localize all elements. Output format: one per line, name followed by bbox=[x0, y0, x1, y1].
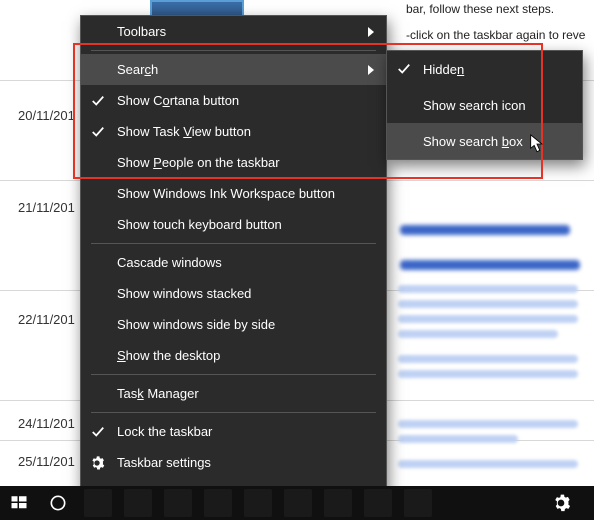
check-icon bbox=[91, 425, 105, 439]
start-button[interactable] bbox=[6, 490, 32, 516]
menu-label: Show touch keyboard button bbox=[117, 217, 282, 232]
submenu-item-show-search-icon[interactable]: Show search icon bbox=[387, 87, 582, 123]
menu-separator bbox=[91, 50, 376, 51]
cortana-circle-icon[interactable] bbox=[44, 489, 72, 517]
settings-gear-icon[interactable] bbox=[548, 490, 574, 516]
taskbar-app-icon[interactable] bbox=[364, 489, 392, 517]
date-cell: 20/11/201 bbox=[18, 108, 75, 123]
search-submenu: Hidden Show search icon Show search box bbox=[386, 50, 583, 160]
menu-label: Show the desktop bbox=[117, 348, 220, 363]
menu-item-task-manager[interactable]: Task Manager bbox=[81, 378, 386, 409]
menu-item-taskbar-settings[interactable]: Taskbar settings bbox=[81, 447, 386, 478]
taskbar-app-icon[interactable] bbox=[124, 489, 152, 517]
check-icon bbox=[91, 94, 105, 108]
taskbar-app-icon[interactable] bbox=[84, 489, 112, 517]
menu-item-taskview[interactable]: Show Task View button bbox=[81, 116, 386, 147]
submenu-item-hidden[interactable]: Hidden bbox=[387, 51, 582, 87]
date-cell: 25/11/201 bbox=[18, 454, 75, 469]
menu-item-show-desktop[interactable]: Show the desktop bbox=[81, 340, 386, 371]
taskbar-app-icon[interactable] bbox=[404, 489, 432, 517]
menu-label: Lock the taskbar bbox=[117, 424, 212, 439]
date-cell: 21/11/201 bbox=[18, 200, 75, 215]
menu-item-stacked[interactable]: Show windows stacked bbox=[81, 278, 386, 309]
date-cell: 22/11/201 bbox=[18, 312, 75, 327]
menu-label: Search bbox=[117, 62, 158, 77]
menu-label: Hidden bbox=[423, 62, 464, 77]
menu-item-people[interactable]: Show People on the taskbar bbox=[81, 147, 386, 178]
menu-label: Toolbars bbox=[117, 24, 166, 39]
menu-separator bbox=[91, 412, 376, 413]
taskbar-app-icon[interactable] bbox=[204, 489, 232, 517]
menu-label: Taskbar settings bbox=[117, 455, 211, 470]
date-cell: 24/11/201 bbox=[18, 416, 75, 431]
taskbar-app-icon[interactable] bbox=[324, 489, 352, 517]
taskbar bbox=[0, 486, 594, 520]
menu-label: Show windows stacked bbox=[117, 286, 251, 301]
bg-text-line: -click on the taskbar again to reveal th bbox=[406, 28, 586, 43]
menu-label: Show search icon bbox=[423, 98, 526, 113]
menu-label: Cascade windows bbox=[117, 255, 222, 270]
menu-separator bbox=[91, 243, 376, 244]
bg-text-line: bar, follow these next steps. bbox=[406, 2, 586, 17]
chevron-right-icon bbox=[368, 27, 374, 37]
check-icon bbox=[91, 125, 105, 139]
menu-label: Show Cortana button bbox=[117, 93, 239, 108]
menu-item-lock-taskbar[interactable]: Lock the taskbar bbox=[81, 416, 386, 447]
menu-label: Show Task View button bbox=[117, 124, 251, 139]
menu-item-search[interactable]: Search bbox=[81, 54, 386, 85]
menu-item-cascade[interactable]: Cascade windows bbox=[81, 247, 386, 278]
menu-item-cortana[interactable]: Show Cortana button bbox=[81, 85, 386, 116]
menu-label: Show People on the taskbar bbox=[117, 155, 280, 170]
menu-label: Show search box bbox=[423, 134, 523, 149]
check-icon bbox=[397, 62, 411, 76]
submenu-item-show-search-box[interactable]: Show search box bbox=[387, 123, 582, 159]
taskbar-context-menu: Toolbars Search Show Cortana button Show… bbox=[80, 15, 387, 498]
windows-icon bbox=[10, 494, 28, 512]
menu-item-toolbars[interactable]: Toolbars bbox=[81, 16, 386, 47]
menu-separator bbox=[91, 374, 376, 375]
menu-item-ink[interactable]: Show Windows Ink Workspace button bbox=[81, 178, 386, 209]
gear-icon bbox=[89, 455, 105, 471]
taskbar-app-icon[interactable] bbox=[284, 489, 312, 517]
menu-item-touch-keyboard[interactable]: Show touch keyboard button bbox=[81, 209, 386, 240]
menu-label: Show Windows Ink Workspace button bbox=[117, 186, 335, 201]
menu-label: Task Manager bbox=[117, 386, 199, 401]
chevron-right-icon bbox=[368, 65, 374, 75]
taskbar-app-icon[interactable] bbox=[244, 489, 272, 517]
taskbar-app-icon[interactable] bbox=[164, 489, 192, 517]
menu-label: Show windows side by side bbox=[117, 317, 275, 332]
menu-item-sidebyside[interactable]: Show windows side by side bbox=[81, 309, 386, 340]
